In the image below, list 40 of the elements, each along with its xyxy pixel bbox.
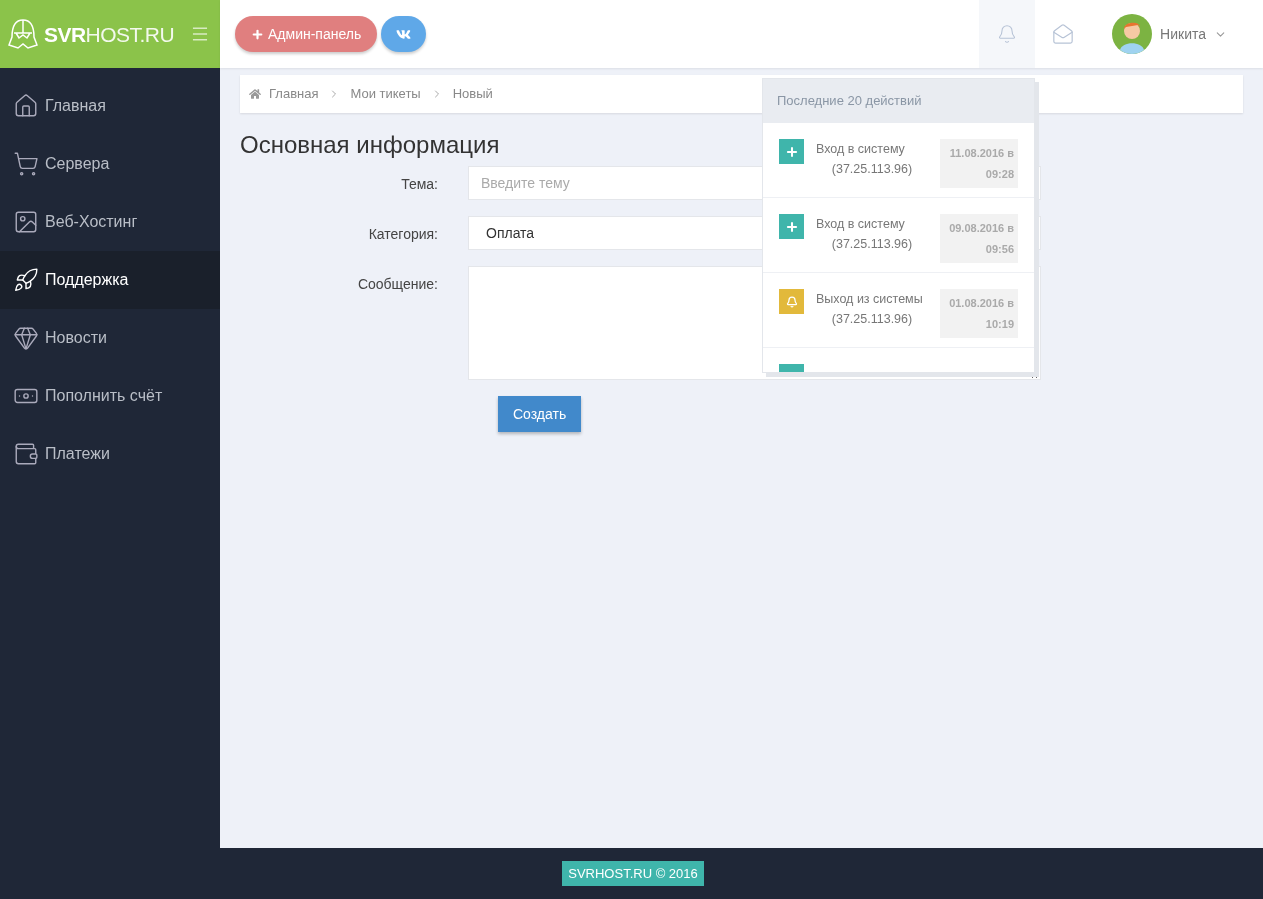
date-badge: 11.08.2016 в 09:28 — [940, 139, 1018, 188]
helmet-logo-icon — [6, 17, 40, 51]
notifications-button[interactable] — [979, 0, 1036, 68]
activity-text: Вход в систему — [816, 141, 905, 158]
section-title: Основная информация — [240, 130, 500, 160]
sidebar-item[interactable]: Веб-Хостинг — [0, 193, 220, 251]
activity-text: Вход в систему — [816, 216, 905, 233]
envelope-icon — [1052, 23, 1075, 45]
logo-text: SVRHOST.RU — [44, 23, 175, 45]
user-name[interactable]: Никита — [1160, 23, 1206, 45]
date-badge: 09.08.2016 в 09:56 — [940, 214, 1018, 263]
field-label: Сообщение: — [356, 275, 439, 294]
rocket-icon — [13, 267, 39, 293]
breadcrumb-link[interactable]: Мои тикеты — [350, 84, 421, 104]
wallet-icon — [13, 441, 39, 467]
bell-icon — [779, 289, 804, 314]
date-badge: 01.08.2016 в 10:19 — [940, 289, 1018, 338]
dropdown-title: Последние 20 действий — [777, 92, 922, 111]
vk-button[interactable] — [381, 16, 427, 52]
image-icon — [13, 209, 39, 235]
create-button[interactable]: Создать — [498, 396, 582, 432]
sidebar-item[interactable]: Пополнить счёт — [0, 367, 220, 425]
sidebar-item[interactable]: Платежи — [0, 425, 220, 483]
copyright-text: SVRHOST.RU © 2016 — [562, 860, 704, 887]
sidebar-item[interactable]: Сервера — [0, 135, 220, 193]
ip-address: (37.25.113.96) — [831, 236, 913, 253]
bell-icon — [997, 24, 1018, 44]
field-label: Тема: — [400, 175, 439, 194]
sidebar-item[interactable]: Главная — [0, 77, 220, 135]
field-label: Категория: — [367, 225, 439, 244]
breadcrumb-link[interactable]: Главная — [269, 84, 319, 104]
avatar — [1112, 14, 1153, 54]
activity-text: Выход из системы — [816, 291, 923, 308]
sidebar-item[interactable]: Новости — [0, 309, 220, 367]
home-icon — [249, 88, 261, 100]
cart-icon — [13, 151, 39, 177]
sidebar-item[interactable]: Поддержка — [0, 251, 220, 309]
diamond-icon — [13, 325, 39, 351]
ip-address: (37.25.113.96) — [831, 311, 913, 328]
home-icon — [13, 93, 39, 119]
